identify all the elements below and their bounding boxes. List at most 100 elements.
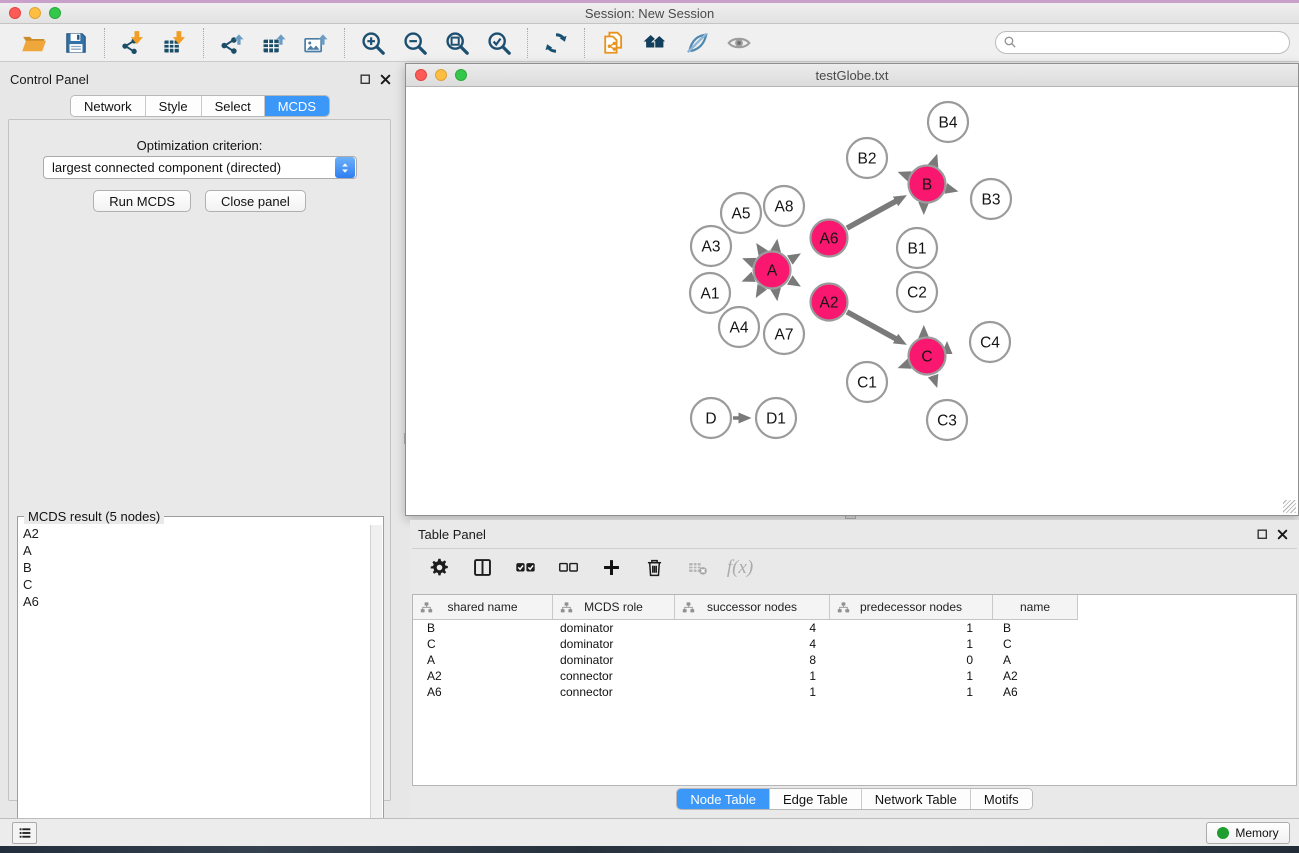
table-row[interactable]: A6connector11A6 bbox=[413, 684, 1296, 700]
mcds-result-item[interactable]: A6 bbox=[18, 593, 369, 610]
graph-node-B4[interactable]: B4 bbox=[928, 102, 968, 142]
zoom-fit-content-button[interactable] bbox=[440, 27, 474, 59]
memory-button[interactable]: Memory bbox=[1206, 822, 1290, 844]
mcds-result-list[interactable]: A2ABCA6 bbox=[18, 525, 369, 853]
svg-text:A8: A8 bbox=[775, 199, 794, 216]
table-row[interactable]: Bdominator41B bbox=[413, 620, 1296, 636]
graph-node-A[interactable]: A bbox=[754, 252, 791, 289]
import-table-from-file-button[interactable] bbox=[158, 27, 192, 59]
column-header-MCDS-role[interactable]: MCDS role bbox=[553, 595, 675, 620]
close-table-panel-icon[interactable] bbox=[1276, 528, 1289, 541]
select-all-rows-button[interactable] bbox=[512, 555, 538, 581]
deselect-all-rows-button[interactable] bbox=[555, 555, 581, 581]
delete-column-button[interactable] bbox=[641, 555, 667, 581]
table-tab-motifs[interactable]: Motifs bbox=[970, 789, 1032, 809]
toggle-graphics-details-button[interactable] bbox=[680, 27, 714, 59]
export-image-icon bbox=[303, 30, 329, 56]
refresh-view-button[interactable] bbox=[539, 27, 573, 59]
new-network-from-selection-button[interactable] bbox=[596, 27, 630, 59]
window-resize-grip[interactable] bbox=[1283, 500, 1296, 513]
edge-A-A4[interactable] bbox=[761, 288, 762, 289]
graph-node-C2[interactable]: C2 bbox=[897, 272, 937, 312]
zoom-in-button[interactable] bbox=[356, 27, 390, 59]
search-box[interactable] bbox=[995, 31, 1290, 54]
mcds-result-item[interactable]: A2 bbox=[18, 525, 369, 542]
graph-node-A8[interactable]: A8 bbox=[764, 186, 804, 226]
table-row[interactable]: A2connector11A2 bbox=[413, 668, 1296, 684]
table-row[interactable]: Cdominator41C bbox=[413, 636, 1296, 652]
column-header-successor-nodes[interactable]: successor nodes bbox=[675, 595, 830, 620]
edge-A-A2[interactable] bbox=[790, 280, 792, 281]
graph-node-A4[interactable]: A4 bbox=[719, 307, 759, 347]
tab-mcds[interactable]: MCDS bbox=[264, 96, 329, 116]
graph-node-A7[interactable]: A7 bbox=[764, 314, 804, 354]
show-hide-columns-button[interactable] bbox=[469, 555, 495, 581]
column-header-shared-name[interactable]: shared name bbox=[413, 595, 553, 620]
zoom-out-button[interactable] bbox=[398, 27, 432, 59]
tab-style[interactable]: Style bbox=[145, 96, 201, 116]
svg-text:B3: B3 bbox=[982, 192, 1001, 209]
graph-node-D1[interactable]: D1 bbox=[756, 398, 796, 438]
table-tab-network-table[interactable]: Network Table bbox=[861, 789, 970, 809]
search-input[interactable] bbox=[1022, 34, 1289, 52]
svg-text:A2: A2 bbox=[820, 295, 839, 312]
open-session-button[interactable] bbox=[17, 27, 51, 59]
graph-node-A5[interactable]: A5 bbox=[721, 193, 761, 233]
save-session-button[interactable] bbox=[59, 27, 93, 59]
zoom-selected-button[interactable] bbox=[482, 27, 516, 59]
task-history-button[interactable] bbox=[12, 822, 37, 844]
result-scrollbar[interactable] bbox=[370, 525, 382, 853]
graph-node-C4[interactable]: C4 bbox=[970, 322, 1010, 362]
graph-node-B2[interactable]: B2 bbox=[847, 138, 887, 178]
graph-node-C[interactable]: C bbox=[909, 338, 946, 375]
toggle-graphics-details-icon bbox=[684, 30, 710, 56]
network-graph[interactable]: B4 B2 B B3 A5 A8 A6 B1 A3 A A1 C2 A2 A4A7 C4 C C1 C3 D D1 bbox=[407, 88, 1298, 515]
table-tab-node-table[interactable]: Node Table bbox=[677, 789, 769, 809]
edge-A-A6[interactable] bbox=[790, 259, 792, 260]
graph-node-A1[interactable]: A1 bbox=[690, 273, 730, 313]
export-table-button[interactable] bbox=[257, 27, 291, 59]
first-neighbors-button[interactable] bbox=[638, 27, 672, 59]
export-image-button[interactable] bbox=[299, 27, 333, 59]
run-mcds-button[interactable]: Run MCDS bbox=[93, 190, 191, 212]
graph-node-C1[interactable]: C1 bbox=[847, 362, 887, 402]
svg-text:A5: A5 bbox=[732, 206, 751, 223]
svg-text:C: C bbox=[921, 349, 932, 366]
float-panel-icon[interactable] bbox=[359, 73, 372, 86]
table-tab-edge-table[interactable]: Edge Table bbox=[769, 789, 861, 809]
graph-node-C3[interactable]: C3 bbox=[927, 400, 967, 440]
column-header-name[interactable]: name bbox=[993, 595, 1078, 620]
add-column-button[interactable] bbox=[598, 555, 624, 581]
graph-node-A6[interactable]: A6 bbox=[811, 220, 848, 257]
close-panel-button[interactable]: Close panel bbox=[205, 190, 306, 212]
graph-node-B1[interactable]: B1 bbox=[897, 228, 937, 268]
graph-node-A3[interactable]: A3 bbox=[691, 226, 731, 266]
edge-C-C3[interactable] bbox=[933, 376, 934, 378]
mcds-result-item[interactable]: C bbox=[18, 576, 369, 593]
graph-node-B3[interactable]: B3 bbox=[971, 179, 1011, 219]
table-row[interactable]: Adominator80A bbox=[413, 652, 1296, 668]
network-canvas[interactable]: B4 B2 B B3 A5 A8 A6 B1 A3 A A1 C2 A2 A4A7 C4 C C1 C3 D D1 bbox=[407, 88, 1297, 514]
tab-select[interactable]: Select bbox=[201, 96, 264, 116]
float-table-panel-icon[interactable] bbox=[1256, 528, 1269, 541]
show-hide-columns-icon bbox=[472, 557, 493, 578]
mcds-result-item[interactable]: A bbox=[18, 542, 369, 559]
graph-node-D[interactable]: D bbox=[691, 398, 731, 438]
import-network-from-file-button[interactable] bbox=[116, 27, 150, 59]
show-hide-panel-button[interactable] bbox=[722, 27, 756, 59]
add-column-icon bbox=[601, 557, 622, 578]
mcds-result-item[interactable]: B bbox=[18, 559, 369, 576]
graph-node-A2[interactable]: A2 bbox=[811, 284, 848, 321]
svg-text:C3: C3 bbox=[937, 413, 957, 430]
export-network-button[interactable] bbox=[215, 27, 249, 59]
svg-text:D1: D1 bbox=[766, 411, 786, 428]
optimization-criterion-select[interactable]: largest connected component (directed) bbox=[43, 156, 357, 179]
column-header-predecessor-nodes[interactable]: predecessor nodes bbox=[830, 595, 993, 620]
edge-A-A1[interactable] bbox=[751, 277, 753, 278]
edge-A2-C[interactable] bbox=[847, 312, 898, 340]
edge-A6-B[interactable] bbox=[847, 200, 898, 228]
column-settings-button[interactable] bbox=[426, 555, 452, 581]
close-panel-icon[interactable] bbox=[379, 73, 392, 86]
tab-network[interactable]: Network bbox=[71, 96, 145, 116]
graph-node-B[interactable]: B bbox=[909, 166, 946, 203]
